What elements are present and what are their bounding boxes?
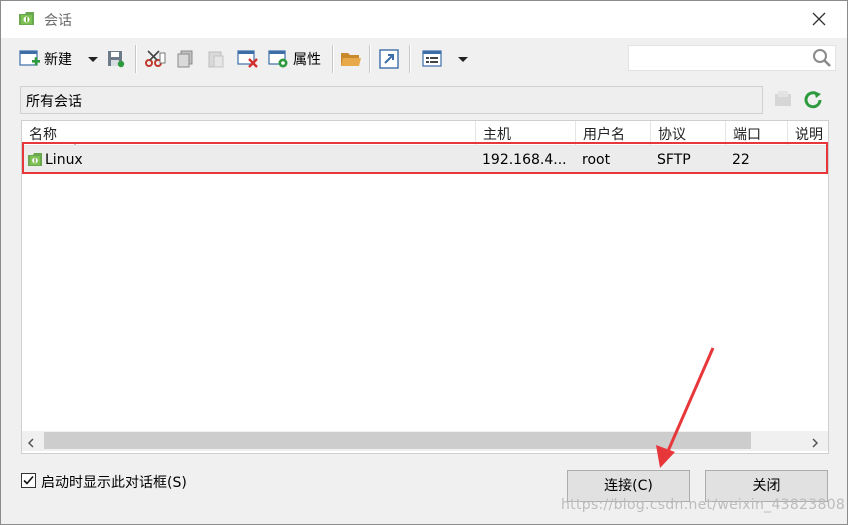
toolbar-separator <box>409 45 411 73</box>
watermark: https://blog.csdn.net/weixin_43823808 <box>561 497 846 513</box>
search-icon[interactable] <box>812 48 832 72</box>
session-row-linux[interactable]: Linux 192.168.4... root SFTP 22 <box>23 146 827 174</box>
copy-button[interactable] <box>175 46 195 72</box>
cell-host: 192.168.4... <box>482 152 567 168</box>
cut-button[interactable] <box>144 46 166 72</box>
title-bar: 会话 <box>1 1 847 38</box>
refresh-icon[interactable] <box>802 89 824 115</box>
sort-ascending-icon <box>70 131 80 145</box>
cell-port: 22 <box>732 152 750 168</box>
paste-button[interactable] <box>206 46 226 72</box>
cut-icon <box>145 50 166 67</box>
view-dropdown-button[interactable] <box>457 46 469 72</box>
checkbox-label: 启动时显示此对话框(S) <box>41 475 187 491</box>
dropdown-arrow-icon <box>88 57 98 62</box>
view-button[interactable] <box>422 46 444 72</box>
save-icon <box>108 51 125 68</box>
checkmark-icon <box>23 475 34 485</box>
session-icon <box>27 152 43 171</box>
session-path-bar[interactable]: 所有会话 <box>20 86 763 114</box>
open-folder-button[interactable] <box>340 46 362 72</box>
paste-icon <box>208 51 224 68</box>
cell-name: Linux <box>45 152 83 168</box>
properties-button[interactable]: 属性 <box>268 46 321 72</box>
folder-up-icon <box>774 90 794 112</box>
search-input[interactable] <box>631 48 805 68</box>
new-dropdown-button[interactable] <box>87 46 99 72</box>
toolbar: 新建 属性 <box>1 39 847 79</box>
new-label: 新建 <box>44 52 72 68</box>
list-header: 名称 主机 用户名 协议 端口 说明 <box>22 121 828 146</box>
new-button[interactable]: 新建 <box>19 46 72 72</box>
scroll-right-icon[interactable] <box>810 436 820 452</box>
toolbar-separator <box>369 45 371 73</box>
toolbar-separator <box>332 45 334 73</box>
shortcut-button[interactable] <box>379 46 401 72</box>
column-header-user[interactable]: 用户名 <box>575 121 650 145</box>
column-header-host[interactable]: 主机 <box>475 121 575 145</box>
column-header-port[interactable]: 端口 <box>725 121 787 145</box>
show-on-startup-checkbox[interactable] <box>21 473 36 488</box>
search-box <box>628 45 836 71</box>
close-icon[interactable] <box>809 9 829 29</box>
session-list: 名称 主机 用户名 协议 端口 说明 Linux 192.168.4... ro… <box>21 120 829 454</box>
dropdown-arrow-icon <box>458 57 468 62</box>
view-icon <box>422 50 442 67</box>
copy-icon <box>177 50 193 68</box>
column-header-protocol[interactable]: 协议 <box>650 121 725 145</box>
cell-user: root <box>582 152 611 168</box>
session-dialog: 会话 新建 属性 所有会话 名称 主机 用户名 协议 端口 说明 Linux 1… <box>0 0 848 525</box>
folder-icon <box>341 53 361 66</box>
new-session-icon <box>19 50 40 66</box>
column-header-name[interactable]: 名称 <box>22 121 475 145</box>
cell-protocol: SFTP <box>657 152 691 168</box>
properties-icon <box>268 50 288 68</box>
app-icon <box>18 11 35 26</box>
delete-button[interactable] <box>237 46 259 72</box>
path-label: 所有会话 <box>26 94 82 110</box>
window-title: 会话 <box>44 13 72 29</box>
column-header-description[interactable]: 说明 <box>787 121 828 145</box>
properties-label: 属性 <box>293 52 321 68</box>
delete-icon <box>237 50 258 68</box>
scrollbar-thumb[interactable] <box>44 432 751 449</box>
horizontal-scrollbar[interactable] <box>22 431 828 451</box>
scroll-left-icon[interactable] <box>26 436 36 452</box>
save-button[interactable] <box>106 46 126 72</box>
toolbar-separator <box>135 45 137 73</box>
shortcut-icon <box>379 49 399 69</box>
